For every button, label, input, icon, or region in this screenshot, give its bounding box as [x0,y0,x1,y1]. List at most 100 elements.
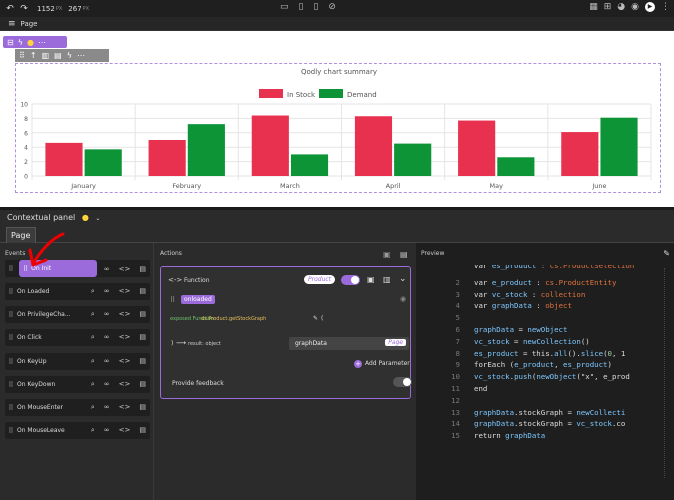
code-line: var vc_stock : collection [474,289,586,299]
canvas-height-value[interactable]: 267 [68,5,81,13]
paste-icon[interactable]: ▤ [400,250,408,259]
panel-icon[interactable]: ▤ [139,265,146,273]
code-icon[interactable]: <> [119,287,131,296]
event-row[interactable]: ⠿ On Click ⌕ ∞ <> ▤ [5,329,150,346]
more-icon[interactable]: ⋯ [77,51,85,60]
add-parameter-icon[interactable]: + [354,360,362,368]
bulb-icon[interactable]: ● [27,38,34,47]
bulb-icon[interactable]: ● [82,213,89,222]
event-row[interactable]: ⠿ On MouseLeave ⌕ ∞ <> ▤ [5,422,150,439]
code-icon[interactable]: <> [119,265,131,273]
panel-icon[interactable]: ▤ [139,426,146,435]
undo-icon[interactable]: ↶ [3,4,17,14]
enable-toggle[interactable] [341,275,360,285]
code-icon[interactable]: <> [119,357,131,366]
copy-icon[interactable]: ▣ [367,275,375,284]
more-vertical-icon[interactable]: ⋮ [661,2,670,12]
event-bolt-icon[interactable]: ϟ [67,51,72,60]
link-icon[interactable]: ∞ [104,380,110,389]
chevron-down-icon[interactable]: ⌄ [399,274,407,284]
edit-icon[interactable]: ✎ [313,315,318,322]
inspect-icon[interactable]: ⌕ [91,357,95,366]
panel-icon[interactable]: ▤ [139,357,146,366]
move-up-icon[interactable]: ↑ [30,51,37,60]
link-icon[interactable]: ∞ [104,357,110,366]
drag-handle-icon[interactable]: ⠿ [5,381,17,389]
event-label: On MouseLeave [17,427,65,434]
event-row[interactable]: ⠿ On Loaded ⌕ ∞ <> ▤ [5,283,150,300]
chart-component[interactable]: Qodly chart summary In Stock Demand 0 2 4 6 8 10… [15,63,661,193]
drag-handle-icon[interactable]: ⠿ [5,265,17,273]
desktop-icon[interactable]: ▭ [280,2,289,12]
code-icon[interactable]: <> [119,310,131,319]
menu-icon[interactable]: ≡ [8,19,16,29]
grid-icon[interactable]: ⊞ [604,2,612,12]
more-icon[interactable]: ⋯ [38,38,46,47]
inspect-icon[interactable]: ⌕ [91,287,95,296]
drag-handle-icon[interactable]: ⠿ [5,358,17,366]
preview-scrollbar[interactable] [664,268,670,478]
panel-icon[interactable]: ▤ [139,287,146,296]
provide-feedback-toggle[interactable] [393,377,412,387]
copy-icon[interactable]: ▤ [54,51,62,60]
link-icon[interactable]: ∞ [104,333,110,342]
drag-handle-icon[interactable]: ⠿ [170,296,175,304]
event-bolt-icon[interactable]: ϟ [18,38,23,47]
event-label: On KeyUp [17,358,47,365]
canvas-width-value[interactable]: 1152 [37,5,55,13]
drag-handle-icon[interactable]: ⠿ [5,288,17,296]
event-row[interactable]: ⠿ On KeyDown ⌕ ∞ <> ▤ [5,376,150,393]
code-icon[interactable]: <> [119,333,131,342]
panel-icon[interactable]: ▤ [139,310,146,319]
bar-in-stock [45,142,83,176]
link-icon[interactable]: ∞ [104,403,110,412]
drag-handle-icon[interactable]: ⠿ [5,404,17,412]
delete-icon[interactable]: ▥ [383,275,391,284]
delete-icon[interactable]: ▥ [42,51,50,60]
code-icon[interactable]: <> [119,380,131,389]
bar-in-stock [148,140,186,176]
play-icon[interactable]: ▶ [645,2,655,12]
drag-handle-icon[interactable]: ⠿ [5,334,17,342]
palette-icon[interactable]: ◕ [617,2,625,12]
link-icon[interactable]: ∞ [104,310,110,319]
inspect-icon[interactable]: ⌕ [91,333,95,342]
layout-icon[interactable]: ▦ [589,2,598,12]
copy-icon[interactable]: ▣ [383,250,391,259]
drag-handle-icon[interactable]: ⠿ [19,51,25,60]
drag-handle-icon[interactable]: ⠿ [5,427,17,435]
mobile-icon[interactable]: ▯ [313,2,318,12]
inspect-icon[interactable]: ⌕ [91,380,95,389]
preview-eye-icon[interactable]: ◉ [631,2,639,12]
link-icon[interactable]: ∞ [104,426,110,435]
inspect-icon[interactable]: ⌕ [91,426,95,435]
page-badge: Page [385,339,406,346]
result-target-field[interactable]: graphData Page [289,337,409,350]
code-icon[interactable]: <> [119,426,131,435]
event-row[interactable]: ⠿ On PrivilegeCha... ⌕ ∞ <> ▤ [5,306,150,323]
bar-chart: Qodly chart summary In Stock Demand 0 2 4 6 8 10… [20,68,652,190]
event-row[interactable]: ⠿ On MouseEnter ⌕ ∞ <> ▤ [5,399,150,416]
tablet-icon[interactable]: ▯ [299,2,304,12]
inspect-icon[interactable]: ⌕ [91,403,95,412]
panel-icon[interactable]: ▤ [139,380,146,389]
provide-feedback-label: Provide feedback [172,380,224,387]
redo-icon[interactable]: ↷ [17,4,31,14]
collapse-icon[interactable]: ⌄ [95,215,100,222]
link-icon[interactable]: ∞ [104,265,110,273]
link-icon[interactable]: ∞ [104,287,110,296]
code-preview: var es_product : cs.ProductSelection 2 var… [416,265,666,500]
event-row[interactable]: ⠿ On KeyUp ⌕ ∞ <> ▤ [5,353,150,370]
code-icon[interactable]: <> [119,403,131,412]
edit-pencil-icon[interactable]: ✎ [663,249,670,258]
exposed-function-name[interactable]: ds.Product.getStockGraph [201,316,266,322]
drag-handle-icon[interactable]: ⠿ [5,311,17,319]
legend-swatch [319,89,343,98]
component-icon[interactable]: ⊟ [7,38,14,47]
inspect-icon[interactable]: ⌕ [91,310,95,319]
add-parameter-button[interactable]: Add Parameter [365,360,410,367]
line-number: 8 [455,348,460,358]
panel-icon[interactable]: ▤ [139,403,146,412]
responsive-icon[interactable]: ⊘ [328,2,336,12]
panel-icon[interactable]: ▤ [139,333,146,342]
